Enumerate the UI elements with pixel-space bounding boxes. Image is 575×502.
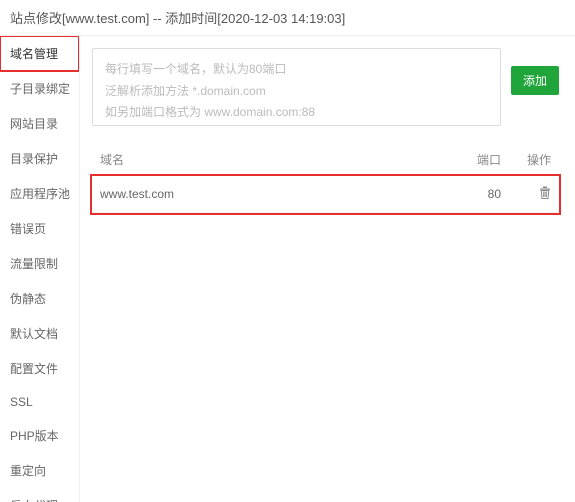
sidebar-item-6[interactable]: 流量限制	[0, 246, 79, 281]
sidebar-item-8[interactable]: 默认文档	[0, 316, 79, 351]
sidebar-item-9[interactable]: 配置文件	[0, 351, 79, 386]
domain-add-row: 添加	[92, 48, 559, 126]
sidebar-item-12[interactable]: 重定向	[0, 453, 79, 488]
trash-icon[interactable]	[539, 186, 551, 199]
cell-op	[509, 176, 559, 213]
sidebar-item-11[interactable]: PHP版本	[0, 418, 79, 453]
main-panel: 添加 域名 端口 操作 www.test.com80	[80, 36, 575, 502]
sidebar-item-7[interactable]: 伪静态	[0, 281, 79, 316]
sidebar-item-10[interactable]: SSL	[0, 386, 79, 418]
dialog-body: 域名管理子目录绑定网站目录目录保护应用程序池错误页流量限制伪静态默认文档配置文件…	[0, 36, 575, 502]
col-header-domain: 域名	[92, 144, 449, 176]
sidebar-item-0[interactable]: 域名管理	[0, 36, 79, 71]
cell-domain: www.test.com	[92, 176, 449, 213]
cell-port: 80	[449, 176, 509, 213]
table-header-row: 域名 端口 操作	[92, 144, 559, 176]
sidebar: 域名管理子目录绑定网站目录目录保护应用程序池错误页流量限制伪静态默认文档配置文件…	[0, 36, 80, 502]
domain-input[interactable]	[92, 48, 501, 126]
dialog-title: 站点修改[www.test.com] -- 添加时间[2020-12-03 14…	[0, 0, 575, 36]
sidebar-item-4[interactable]: 应用程序池	[0, 176, 79, 211]
sidebar-item-3[interactable]: 目录保护	[0, 141, 79, 176]
col-header-op: 操作	[509, 144, 559, 176]
sidebar-item-5[interactable]: 错误页	[0, 211, 79, 246]
table-row: www.test.com80	[92, 176, 559, 213]
add-button[interactable]: 添加	[511, 66, 559, 95]
sidebar-item-2[interactable]: 网站目录	[0, 106, 79, 141]
sidebar-item-1[interactable]: 子目录绑定	[0, 71, 79, 106]
col-header-port: 端口	[449, 144, 509, 176]
domain-table: 域名 端口 操作 www.test.com80	[92, 144, 559, 213]
